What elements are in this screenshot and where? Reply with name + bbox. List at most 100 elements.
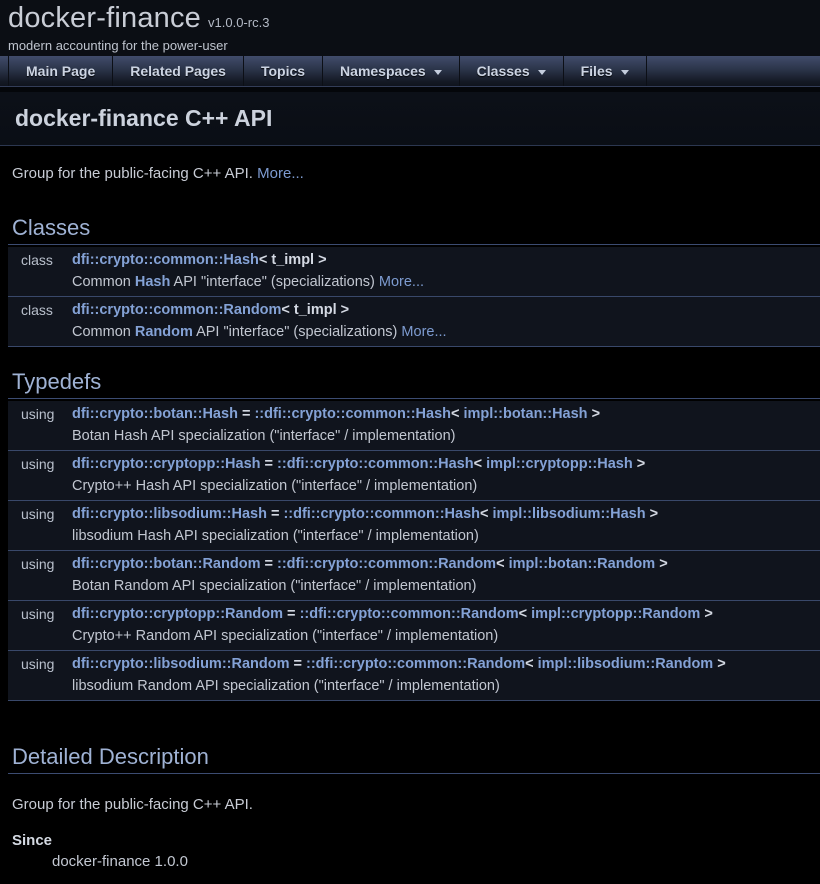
- more-link[interactable]: More...: [257, 165, 304, 182]
- member-kind: using: [8, 406, 72, 423]
- tab-topics[interactable]: Topics: [244, 56, 323, 86]
- more-link[interactable]: More...: [379, 274, 424, 290]
- tab-classes[interactable]: Classes: [460, 56, 564, 86]
- typedef-impl-link[interactable]: impl::libsodium::Hash: [493, 506, 646, 522]
- typedef-name-link[interactable]: dfi::crypto::cryptopp::Random: [72, 606, 283, 622]
- angle-open-token: <: [480, 506, 493, 522]
- typedef-name-link[interactable]: dfi::crypto::libsodium::Random: [72, 656, 289, 672]
- member-desc: Common Hash API "interface" (specializat…: [8, 274, 820, 291]
- member-desc: Crypto++ Random API specialization ("int…: [8, 628, 820, 645]
- page-header: docker-finance C++ API: [0, 92, 820, 146]
- equals-token: =: [238, 406, 255, 422]
- section-heading-classes: Classes: [8, 215, 820, 245]
- class-row: classdfi::crypto::common::Hash< t_impl >…: [8, 247, 820, 297]
- contents: Group for the public-facing C++ API. Mor…: [0, 165, 820, 870]
- class-row: classdfi::crypto::common::Random< t_impl…: [8, 297, 820, 347]
- section-heading-detailed-description: Detailed Description: [8, 744, 820, 774]
- chevron-down-icon: [538, 70, 546, 75]
- typedef-target-link[interactable]: ::dfi::crypto::common::Hash: [277, 456, 474, 472]
- chevron-down-icon: [434, 70, 442, 75]
- member-kind: using: [8, 506, 72, 523]
- angle-close-token: >: [700, 606, 713, 622]
- since-label: Since: [12, 832, 808, 849]
- since-value: docker-finance 1.0.0: [52, 853, 808, 870]
- described-class-link[interactable]: Random: [135, 324, 193, 340]
- equals-token: =: [261, 456, 278, 472]
- page-title: docker-finance C++ API: [15, 105, 805, 132]
- typedef-impl-link[interactable]: impl::botan::Hash: [464, 406, 588, 422]
- desc-text: Common: [72, 274, 135, 290]
- desc-text: API "interface" (specializations): [170, 274, 379, 290]
- equals-token: =: [267, 506, 284, 522]
- equals-token: =: [289, 656, 306, 672]
- typedef-impl-link[interactable]: impl::botan::Random: [509, 556, 656, 572]
- typedef-row: usingdfi::crypto::cryptopp::Hash = ::dfi…: [8, 451, 820, 501]
- tab-related-pages[interactable]: Related Pages: [113, 56, 244, 86]
- angle-open-token: <: [496, 556, 509, 572]
- typedef-target-link[interactable]: ::dfi::crypto::common::Random: [300, 606, 519, 622]
- typedef-target-link[interactable]: ::dfi::crypto::common::Random: [306, 656, 525, 672]
- angle-open-token: <: [525, 656, 538, 672]
- typedef-impl-link[interactable]: impl::libsodium::Random: [538, 656, 714, 672]
- member-desc: libsodium Random API specialization ("in…: [8, 678, 820, 695]
- class-link[interactable]: dfi::crypto::common::Hash: [72, 252, 259, 268]
- typedef-name-link[interactable]: dfi::crypto::botan::Hash: [72, 406, 238, 422]
- typedef-target-link[interactable]: ::dfi::crypto::common::Random: [277, 556, 496, 572]
- more-link[interactable]: More...: [401, 324, 446, 340]
- detailed-description: Group for the public-facing C++ API. Sin…: [12, 796, 808, 870]
- typedef-row: usingdfi::crypto::libsodium::Hash = ::df…: [8, 501, 820, 551]
- project-version: v1.0.0-rc.3: [208, 15, 269, 30]
- tab-topics-label: Topics: [261, 63, 305, 79]
- equals-token: =: [260, 556, 277, 572]
- group-summary: Group for the public-facing C++ API. Mor…: [12, 165, 808, 182]
- angle-close-token: >: [655, 556, 668, 572]
- described-class-link[interactable]: Hash: [135, 274, 170, 290]
- member-kind: class: [8, 302, 72, 319]
- project-brief: modern accounting for the power-user: [8, 38, 820, 53]
- main-nav: Main Page Related Pages Topics Namespace…: [0, 56, 820, 87]
- typedef-impl-link[interactable]: impl::cryptopp::Hash: [486, 456, 633, 472]
- angle-close-token: >: [646, 506, 659, 522]
- member-desc: Botan Random API specialization ("interf…: [8, 578, 820, 595]
- member-kind: using: [8, 456, 72, 473]
- angle-open-token: <: [519, 606, 532, 622]
- typedef-name-link[interactable]: dfi::crypto::libsodium::Hash: [72, 506, 267, 522]
- tab-related-pages-label: Related Pages: [130, 63, 226, 79]
- typedef-name-link[interactable]: dfi::crypto::cryptopp::Hash: [72, 456, 261, 472]
- group-summary-text: Group for the public-facing C++ API.: [12, 165, 253, 182]
- member-desc: Common Random API "interface" (specializ…: [8, 324, 820, 341]
- tab-namespaces-label: Namespaces: [340, 63, 426, 79]
- tab-namespaces[interactable]: Namespaces: [323, 56, 460, 86]
- tab-main-page-label: Main Page: [26, 63, 95, 79]
- angle-close-token: >: [588, 406, 601, 422]
- member-kind: using: [8, 656, 72, 673]
- project-name: docker-finance: [8, 2, 201, 35]
- member-kind: using: [8, 606, 72, 623]
- typedef-name-link[interactable]: dfi::crypto::botan::Random: [72, 556, 260, 572]
- angle-close-token: >: [633, 456, 646, 472]
- angle-open-token: <: [451, 406, 464, 422]
- member-desc: libsodium Hash API specialization ("inte…: [8, 528, 820, 545]
- title-area: docker-finance v1.0.0-rc.3 modern accoun…: [0, 0, 820, 56]
- angle-open-token: <: [474, 456, 487, 472]
- typedefs-table: usingdfi::crypto::botan::Hash = ::dfi::c…: [8, 401, 820, 701]
- tab-main-page[interactable]: Main Page: [8, 56, 113, 86]
- tab-files-label: Files: [581, 63, 613, 79]
- desc-text: API "interface" (specializations): [193, 324, 402, 340]
- desc-text: Common: [72, 324, 135, 340]
- typedef-target-link[interactable]: ::dfi::crypto::common::Hash: [254, 406, 451, 422]
- detailed-paragraph: Group for the public-facing C++ API.: [12, 796, 808, 813]
- since-block: Since docker-finance 1.0.0: [12, 832, 808, 870]
- tab-files[interactable]: Files: [564, 56, 647, 86]
- typedef-row: usingdfi::crypto::cryptopp::Random = ::d…: [8, 601, 820, 651]
- class-link[interactable]: dfi::crypto::common::Random: [72, 302, 281, 318]
- typedef-row: usingdfi::crypto::botan::Hash = ::dfi::c…: [8, 401, 820, 451]
- member-desc: Crypto++ Hash API specialization ("inter…: [8, 478, 820, 495]
- typedef-impl-link[interactable]: impl::cryptopp::Random: [531, 606, 700, 622]
- member-kind: class: [8, 252, 72, 269]
- angle-close-token: >: [713, 656, 726, 672]
- typedef-row: usingdfi::crypto::libsodium::Random = ::…: [8, 651, 820, 701]
- typedef-target-link[interactable]: ::dfi::crypto::common::Hash: [283, 506, 480, 522]
- template-args: < t_impl >: [259, 252, 327, 268]
- section-heading-typedefs: Typedefs: [8, 369, 820, 399]
